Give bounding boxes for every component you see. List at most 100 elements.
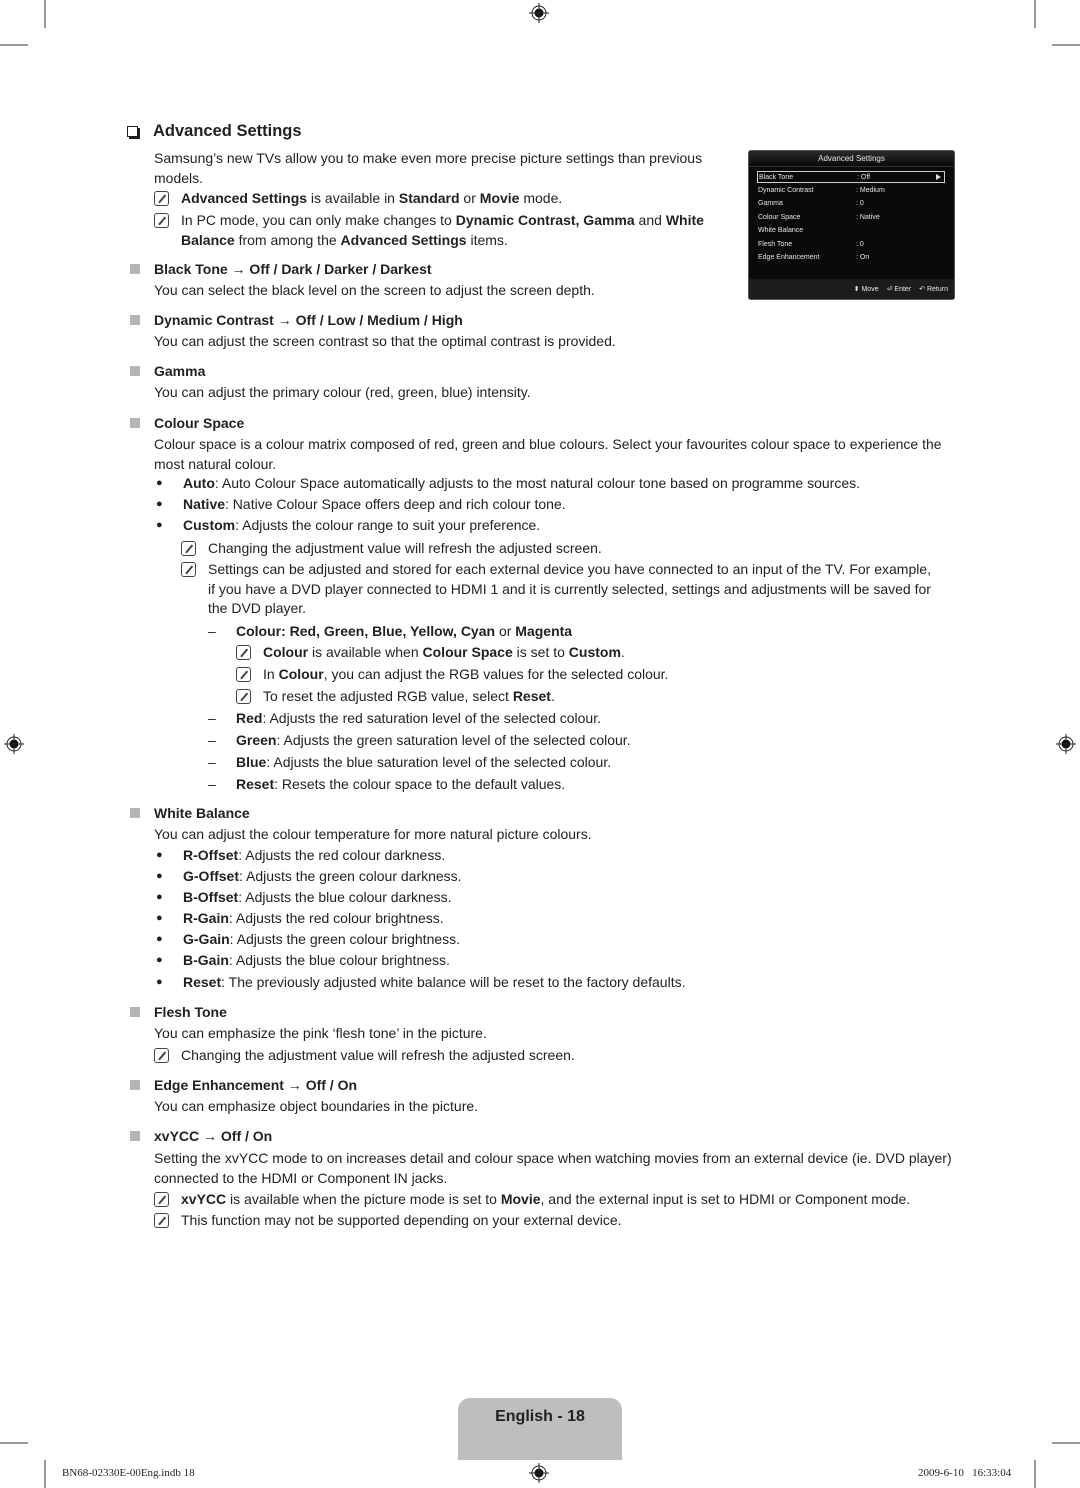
crop-mark	[1034, 0, 1036, 28]
bold-text: Movie	[500, 1191, 541, 1207]
tv-menu-row-gamma: Gamma: 0	[757, 197, 945, 209]
dash-icon: –	[208, 710, 216, 726]
page-number: English - 18	[495, 1408, 585, 1425]
crop-mark	[44, 1460, 46, 1488]
dash-icon: –	[208, 623, 216, 639]
text: items.	[466, 231, 508, 248]
bullet-icon: ●	[156, 891, 163, 903]
bullet-icon: ●	[156, 519, 163, 531]
checkbox-bullet-icon	[127, 126, 138, 137]
dash-icon: –	[208, 732, 216, 748]
option-name: B-Offset	[183, 889, 239, 905]
list-item: – Reset: Resets the colour space to the d…	[208, 775, 565, 795]
tv-menu-value: : Native	[856, 213, 880, 221]
note-icon	[181, 541, 196, 556]
option-name: Native	[183, 496, 226, 512]
square-bullet-icon	[130, 366, 140, 376]
option-desc: : Adjusts the red colour darkness.	[238, 847, 446, 863]
crop-mark	[1052, 1442, 1080, 1444]
white-balance-desc: You can adjust the colour temperature fo…	[154, 826, 592, 842]
text: from among the	[234, 231, 341, 248]
edge-enhancement-heading: Edge Enhancement → Off / On	[154, 1077, 358, 1093]
bold-text: Magenta	[515, 623, 573, 639]
option-name: Auto	[183, 475, 215, 491]
text: .	[620, 644, 625, 660]
up-down-arrow-icon: ⬍	[853, 286, 860, 293]
tv-menu-label: Black Tone	[759, 173, 794, 181]
option-name: Red	[236, 710, 263, 726]
square-bullet-icon	[130, 1131, 140, 1141]
note: In Colour, you can adjust the RGB values…	[236, 665, 668, 685]
tv-menu-row-flesh-tone: Flesh Tone: 0	[757, 238, 945, 250]
tv-footer-label: Enter	[894, 286, 912, 293]
bold-text: Advanced Settings	[340, 231, 467, 248]
note: Changing the adjustment value will refre…	[154, 1046, 575, 1066]
return-icon: ↶	[919, 286, 926, 293]
edge-enhancement-desc: You can emphasize object boundaries in t…	[154, 1098, 479, 1114]
text: To reset the adjusted RGB value, select	[263, 688, 513, 704]
note: In PC mode, you can only make changes to…	[154, 211, 714, 250]
note: This function may not be supported depen…	[154, 1211, 954, 1231]
colour-subheading: – Colour: Red, Green, Blue, Yellow, Cyan …	[208, 622, 572, 642]
tv-menu-row-dynamic-contrast: Dynamic Contrast: Medium	[757, 184, 945, 196]
section-title-text: Advanced Settings	[153, 122, 302, 140]
registration-mark-icon	[529, 3, 549, 23]
text: or	[459, 190, 480, 206]
tv-menu-row-white-balance: White Balance	[757, 224, 945, 236]
note-icon	[154, 213, 169, 228]
crop-mark	[1052, 44, 1080, 46]
note: To reset the adjusted RGB value, select …	[236, 687, 555, 707]
tv-menu-label: Colour Space	[758, 213, 801, 221]
file-slug: BN68-02330E-00Eng.indb 18	[62, 1467, 195, 1479]
text: is available in	[307, 190, 399, 206]
square-bullet-icon	[130, 1007, 140, 1017]
option-name: G-Gain	[183, 931, 230, 947]
note-text: Changing the adjustment value will refre…	[208, 540, 602, 556]
tv-menu-title: Advanced Settings	[749, 151, 954, 167]
enter-icon: ⏎	[886, 286, 893, 293]
note-icon	[154, 1192, 169, 1207]
bullet-icon: ●	[156, 849, 163, 861]
bold-text: Custom	[568, 644, 621, 660]
section-title: Advanced Settings	[127, 122, 302, 141]
list-item: – Blue: Adjusts the blue saturation level…	[208, 753, 611, 773]
option-desc: : Adjusts the green saturation level of …	[276, 732, 631, 748]
tv-menu-row-colour-space: Colour Space : Native	[757, 211, 945, 223]
text: or	[495, 623, 516, 639]
list-item: ● Native: Native Colour Space offers deep…	[154, 495, 944, 515]
square-bullet-icon	[130, 418, 140, 428]
note-text: This function may not be supported depen…	[181, 1212, 622, 1228]
list-item: – Green: Adjusts the green saturation lev…	[208, 731, 631, 751]
list-item: ● Auto: Auto Colour Space automatically a…	[154, 474, 944, 494]
option-name: G-Offset	[183, 868, 239, 884]
option-desc: : Adjusts the colour range to suit your …	[235, 517, 541, 533]
text: mode.	[519, 190, 563, 206]
note: Colour is available when Colour Space is…	[236, 643, 625, 663]
list-item: ● G-Offset: Adjusts the green colour dark…	[154, 867, 462, 887]
option-desc: : Adjusts the blue colour darkness.	[238, 889, 452, 905]
note-icon	[154, 1048, 169, 1063]
note-icon	[154, 1213, 169, 1228]
text: , you can adjust the RGB values for the …	[323, 666, 669, 682]
list-item: ● G-Gain: Adjusts the green colour bright…	[154, 930, 460, 950]
option-desc: : Auto Colour Space automatically adjust…	[214, 475, 861, 491]
text: .	[550, 688, 555, 704]
flesh-tone-desc: You can emphasize the pink ‘flesh tone’ …	[154, 1025, 487, 1041]
bold-text: Colour: Red, Green, Blue, Yellow, Cyan	[236, 623, 496, 639]
tv-footer-label: Move	[861, 286, 879, 293]
note: xvYCC is available when the picture mode…	[154, 1190, 954, 1210]
tv-menu-row-edge-enhancement: Edge Enhancement: On	[757, 251, 945, 263]
text: In PC mode, you can only make changes to	[181, 212, 456, 228]
note: Changing the adjustment value will refre…	[181, 539, 941, 559]
crop-mark	[1034, 1460, 1036, 1488]
tv-menu-value: : 0	[856, 240, 864, 248]
option-desc: : Adjusts the green colour brightness.	[229, 931, 461, 947]
tv-footer-move: ⬍ Move	[854, 285, 879, 293]
tv-menu-footer: ⬍ Move ⏎ Enter ↶ Return	[749, 279, 954, 299]
bold-text: Colour	[263, 644, 309, 660]
square-bullet-icon	[130, 315, 140, 325]
dash-icon: –	[208, 776, 216, 792]
black-tone-heading: Black Tone → Off / Dark / Darker / Darke…	[154, 261, 432, 277]
black-tone-desc: You can select the black level on the sc…	[154, 282, 595, 298]
bullet-icon: ●	[156, 933, 163, 945]
